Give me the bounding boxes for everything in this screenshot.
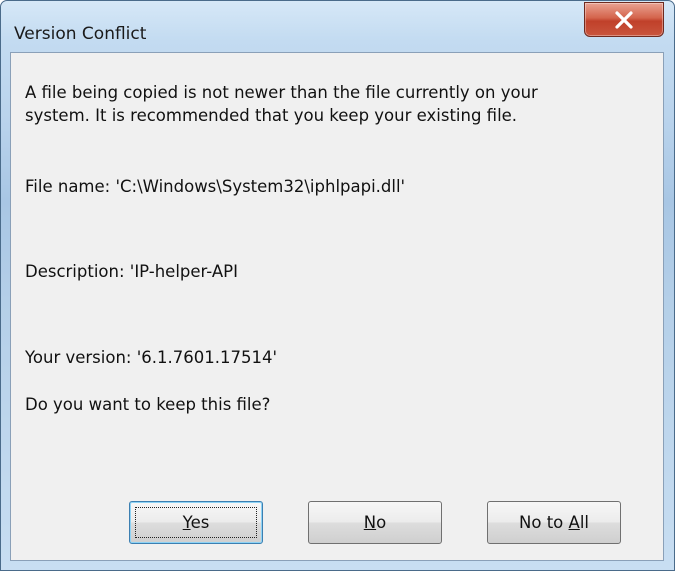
- keep-file-question: Do you want to keep this file?: [25, 395, 271, 414]
- no-button-label: No: [364, 513, 386, 532]
- close-icon: [615, 11, 633, 29]
- no-to-all-label-rest: ll: [579, 513, 589, 532]
- your-version-text: Your version: '6.1.7601.17514': [25, 348, 277, 367]
- no-mnemonic: N: [363, 513, 377, 532]
- window-title: Version Conflict: [14, 24, 147, 44]
- no-to-all-prefix: No to: [519, 513, 569, 532]
- no-label-rest: o: [376, 513, 387, 532]
- no-button[interactable]: No: [308, 501, 442, 544]
- no-to-all-button-label: No to All: [519, 513, 589, 532]
- file-name-text: File name: 'C:\Windows\System32\iphlpapi…: [25, 177, 406, 196]
- no-to-all-button[interactable]: No to All: [487, 501, 621, 544]
- description-text: Description: 'IP-helper-API: [25, 262, 238, 281]
- yes-button[interactable]: Yes: [129, 501, 263, 544]
- message-line-1: A file being copied is not newer than th…: [25, 83, 538, 102]
- close-button[interactable]: [584, 2, 664, 37]
- no-to-all-mnemonic: A: [568, 513, 580, 532]
- title-bar[interactable]: Version Conflict: [1, 1, 674, 51]
- dialog-window: Version Conflict A file being copied is …: [0, 0, 675, 571]
- message-line-2: system. It is recommended that you keep …: [25, 106, 518, 125]
- dialog-body: A file being copied is not newer than th…: [10, 52, 664, 561]
- focus-ring: [135, 507, 257, 538]
